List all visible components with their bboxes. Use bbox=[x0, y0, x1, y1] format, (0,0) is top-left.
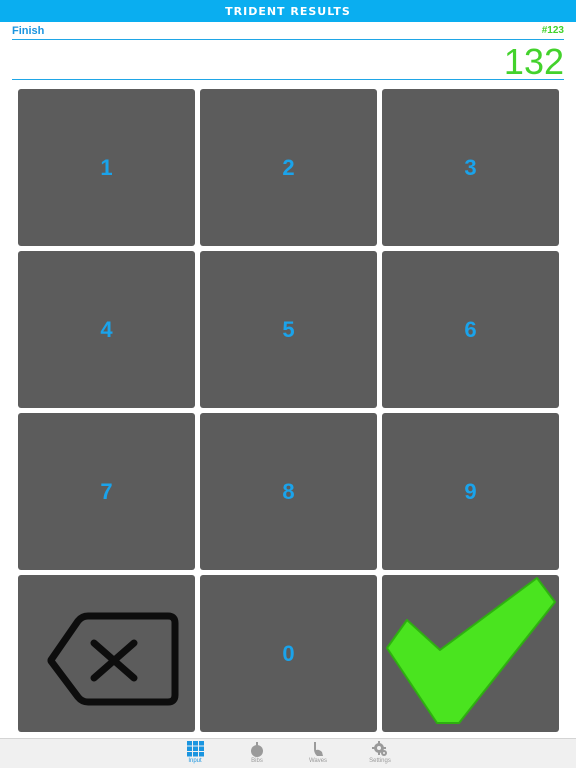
checkmark-icon bbox=[386, 577, 556, 724]
tab-label: Waves bbox=[308, 758, 328, 764]
gear-icon bbox=[372, 741, 387, 756]
backspace-icon bbox=[47, 612, 179, 706]
tab-input[interactable]: Input bbox=[167, 739, 223, 768]
tab-label: Bibs bbox=[251, 758, 263, 764]
keypad: 1 2 3 4 5 6 7 8 9 0 bbox=[18, 89, 559, 732]
key-8[interactable]: 8 bbox=[200, 413, 377, 570]
key-7[interactable]: 7 bbox=[18, 413, 195, 570]
key-label: 4 bbox=[100, 316, 113, 342]
key-label: 2 bbox=[282, 154, 295, 180]
key-label: 5 bbox=[282, 316, 295, 342]
key-0[interactable]: 0 bbox=[200, 575, 377, 732]
key-label: 0 bbox=[282, 640, 295, 666]
bomb-icon bbox=[251, 742, 263, 757]
key-5[interactable]: 5 bbox=[200, 251, 377, 408]
entry-display: 132 bbox=[12, 40, 564, 82]
wave-icon bbox=[314, 742, 323, 756]
key-label: 6 bbox=[464, 316, 477, 342]
event-label[interactable]: Finish bbox=[12, 25, 44, 37]
entry-value: 132 bbox=[503, 41, 564, 82]
title-bar: TRIDENT RESULTS bbox=[0, 0, 576, 22]
tab-bar: Input Bibs Waves Settings bbox=[0, 738, 576, 768]
key-label: 8 bbox=[282, 478, 295, 504]
app-title: TRIDENT RESULTS bbox=[225, 4, 351, 18]
key-label: 1 bbox=[100, 154, 113, 180]
key-3[interactable]: 3 bbox=[382, 89, 559, 246]
tab-bibs[interactable]: Bibs bbox=[229, 739, 285, 768]
tab-waves[interactable]: Waves bbox=[290, 739, 346, 768]
key-label: 3 bbox=[464, 154, 477, 180]
key-label: 7 bbox=[100, 478, 113, 504]
key-label: 9 bbox=[464, 478, 477, 504]
tab-settings[interactable]: Settings bbox=[352, 739, 408, 768]
app-screen: TRIDENT RESULTS Finish #123 132 1 2 3 4 … bbox=[0, 0, 576, 768]
key-6[interactable]: 6 bbox=[382, 251, 559, 408]
tab-label: Input bbox=[188, 758, 202, 764]
race-number: #123 bbox=[541, 25, 564, 36]
info-row: Finish #123 bbox=[12, 22, 564, 40]
key-4[interactable]: 4 bbox=[18, 251, 195, 408]
key-2[interactable]: 2 bbox=[200, 89, 377, 246]
confirm-button[interactable] bbox=[382, 575, 559, 732]
key-1[interactable]: 1 bbox=[18, 89, 195, 246]
backspace-button[interactable] bbox=[18, 575, 195, 732]
grid-icon bbox=[186, 741, 204, 757]
tab-label: Settings bbox=[369, 758, 391, 764]
key-9[interactable]: 9 bbox=[382, 413, 559, 570]
